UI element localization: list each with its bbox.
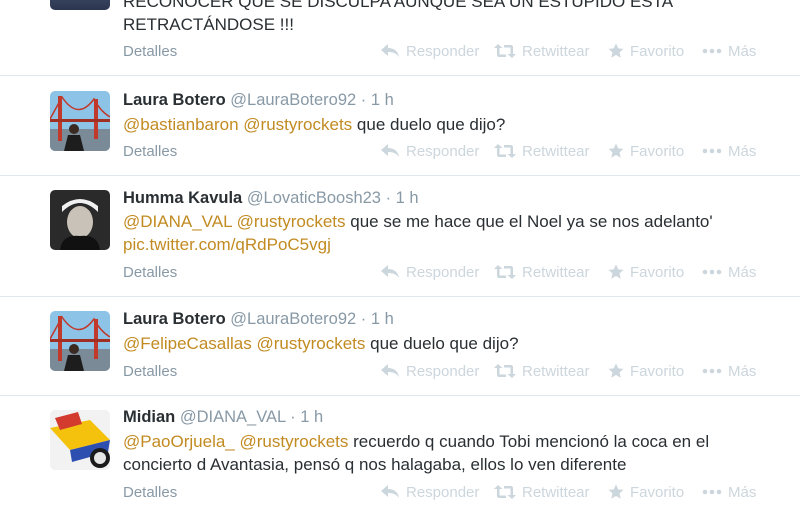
star-icon bbox=[608, 484, 624, 500]
pic-link[interactable]: pic.twitter.com/qRdPoC5vgj bbox=[123, 235, 331, 254]
tweet[interactable]: Laura Botero @LauraBotero92 · 1 h @basti… bbox=[0, 76, 800, 176]
reply-icon bbox=[380, 143, 400, 159]
retweet-icon bbox=[494, 43, 516, 59]
tweet-footer: Detalles Responder Retwittear Favorito M… bbox=[0, 43, 800, 63]
user-handle[interactable]: @LovaticBoosh23 bbox=[247, 189, 381, 207]
details-link[interactable]: Detalles bbox=[123, 363, 177, 380]
favorite-button[interactable]: Favorito bbox=[608, 43, 684, 60]
user-name[interactable]: Laura Botero bbox=[123, 310, 226, 328]
favorite-button[interactable]: Favorito bbox=[608, 363, 684, 380]
mention-link[interactable]: @PaoOrjuela_ bbox=[123, 432, 235, 451]
retweet-icon bbox=[494, 363, 516, 379]
tweet-header: Laura Botero @LauraBotero92 · 1 h bbox=[123, 310, 394, 329]
tweet-header: Midian @DIANA_VAL · 1 h bbox=[123, 408, 323, 427]
avatar[interactable] bbox=[50, 311, 110, 371]
star-icon bbox=[608, 43, 624, 59]
separator-dot: · bbox=[360, 310, 367, 328]
tweet[interactable]: Humma Kavula @LovaticBoosh23 · 1 h @DIAN… bbox=[0, 176, 800, 297]
separator-dot: · bbox=[385, 189, 392, 207]
user-handle[interactable]: @DIANA_VAL bbox=[180, 408, 286, 426]
mention-link[interactable]: @DIANA_VAL bbox=[123, 212, 232, 231]
profile-photo-person-icon bbox=[50, 190, 110, 250]
profile-photo-bridge-icon bbox=[50, 91, 110, 151]
tweet-footer: Detalles Responder Retwittear Favorito M… bbox=[0, 143, 800, 163]
tweet-header: Laura Botero @LauraBotero92 · 1 h bbox=[123, 91, 394, 110]
retweet-icon bbox=[494, 484, 516, 500]
reply-button[interactable]: Responder bbox=[380, 143, 479, 160]
star-icon bbox=[608, 143, 624, 159]
separator-dot: · bbox=[290, 408, 296, 426]
reply-icon bbox=[380, 484, 400, 500]
star-icon bbox=[608, 363, 624, 379]
user-handle[interactable]: @LauraBotero92 bbox=[230, 310, 356, 328]
reply-button[interactable]: Responder bbox=[380, 363, 479, 380]
more-dots-icon bbox=[702, 489, 722, 495]
more-button[interactable]: Más bbox=[702, 363, 756, 380]
retweet-button[interactable]: Retwittear bbox=[494, 484, 590, 501]
avatar[interactable] bbox=[50, 0, 110, 10]
more-dots-icon bbox=[702, 48, 722, 54]
retweet-button[interactable]: Retwittear bbox=[494, 43, 590, 60]
profile-photo-flag-icon bbox=[50, 410, 110, 470]
user-name[interactable]: Humma Kavula bbox=[123, 189, 242, 207]
more-button[interactable]: Más bbox=[702, 484, 756, 501]
more-dots-icon bbox=[702, 269, 722, 275]
user-name[interactable]: Midian bbox=[123, 408, 175, 426]
reply-icon bbox=[380, 43, 400, 59]
more-button[interactable]: Más bbox=[702, 143, 756, 160]
tweet[interactable]: Midian @DIANA_VAL · 1 h @PaoOrjuela_ @ru… bbox=[0, 396, 800, 516]
user-name[interactable]: Laura Botero bbox=[123, 91, 226, 109]
mention-link[interactable]: @rustyrockets bbox=[240, 432, 349, 451]
more-button[interactable]: Más bbox=[702, 43, 756, 60]
details-link[interactable]: Detalles bbox=[123, 143, 177, 160]
details-link[interactable]: Detalles bbox=[123, 264, 177, 281]
tweet-text: @PaoOrjuela_ @rustyrockets recuerdo q cu… bbox=[123, 432, 710, 474]
mention-link[interactable]: @bastianbaron bbox=[123, 115, 239, 134]
tweet-text: @DIANA_VAL @rustyrockets que se me hace … bbox=[123, 212, 713, 254]
avatar[interactable] bbox=[50, 190, 110, 250]
mention-link[interactable]: @rustyrockets bbox=[243, 115, 352, 134]
tweet[interactable]: RECONOCER QUE SE DISCULPA AUNQUE SEA UN … bbox=[0, 0, 800, 76]
reply-button[interactable]: Responder bbox=[380, 484, 479, 501]
user-handle[interactable]: @LauraBotero92 bbox=[230, 91, 356, 109]
details-link[interactable]: Detalles bbox=[123, 43, 177, 60]
retweet-icon bbox=[494, 143, 516, 159]
more-button[interactable]: Más bbox=[702, 264, 756, 281]
tweet[interactable]: Laura Botero @LauraBotero92 · 1 h @Felip… bbox=[0, 297, 800, 396]
more-dots-icon bbox=[702, 368, 722, 374]
tweet-text: RECONOCER QUE SE DISCULPA AUNQUE SEA UN … bbox=[123, 0, 674, 34]
timestamp[interactable]: 1 h bbox=[396, 189, 419, 207]
favorite-button[interactable]: Favorito bbox=[608, 264, 684, 281]
tweet-header: Humma Kavula @LovaticBoosh23 · 1 h bbox=[123, 189, 419, 208]
reply-icon bbox=[380, 363, 400, 379]
separator-dot: · bbox=[360, 91, 367, 109]
tweet-footer: Detalles Responder Retwittear Favorito M… bbox=[0, 264, 800, 284]
mention-link[interactable]: @rustyrockets bbox=[237, 212, 346, 231]
timestamp[interactable]: 1 h bbox=[371, 310, 394, 328]
tweet-text: @FelipeCasallas @rustyrockets que duelo … bbox=[123, 334, 519, 353]
reply-button[interactable]: Responder bbox=[380, 43, 479, 60]
favorite-button[interactable]: Favorito bbox=[608, 143, 684, 160]
details-link[interactable]: Detalles bbox=[123, 484, 177, 501]
profile-photo-bridge-icon bbox=[50, 311, 110, 371]
reply-button[interactable]: Responder bbox=[380, 264, 479, 281]
favorite-button[interactable]: Favorito bbox=[608, 484, 684, 501]
timestamp[interactable]: 1 h bbox=[300, 408, 323, 426]
reply-icon bbox=[380, 264, 400, 280]
more-dots-icon bbox=[702, 148, 722, 154]
avatar[interactable] bbox=[50, 91, 110, 151]
mention-link[interactable]: @rustyrockets bbox=[257, 334, 366, 353]
tweet-text: @bastianbaron @rustyrockets que duelo qu… bbox=[123, 115, 506, 134]
timestamp[interactable]: 1 h bbox=[371, 91, 394, 109]
retweet-button[interactable]: Retwittear bbox=[494, 143, 590, 160]
mention-link[interactable]: @FelipeCasallas bbox=[123, 334, 252, 353]
retweet-icon bbox=[494, 264, 516, 280]
tweet-footer: Detalles Responder Retwittear Favorito M… bbox=[0, 484, 800, 504]
retweet-button[interactable]: Retwittear bbox=[494, 264, 590, 281]
retweet-button[interactable]: Retwittear bbox=[494, 363, 590, 380]
tweet-footer: Detalles Responder Retwittear Favorito M… bbox=[0, 363, 800, 383]
avatar[interactable] bbox=[50, 410, 110, 470]
star-icon bbox=[608, 264, 624, 280]
